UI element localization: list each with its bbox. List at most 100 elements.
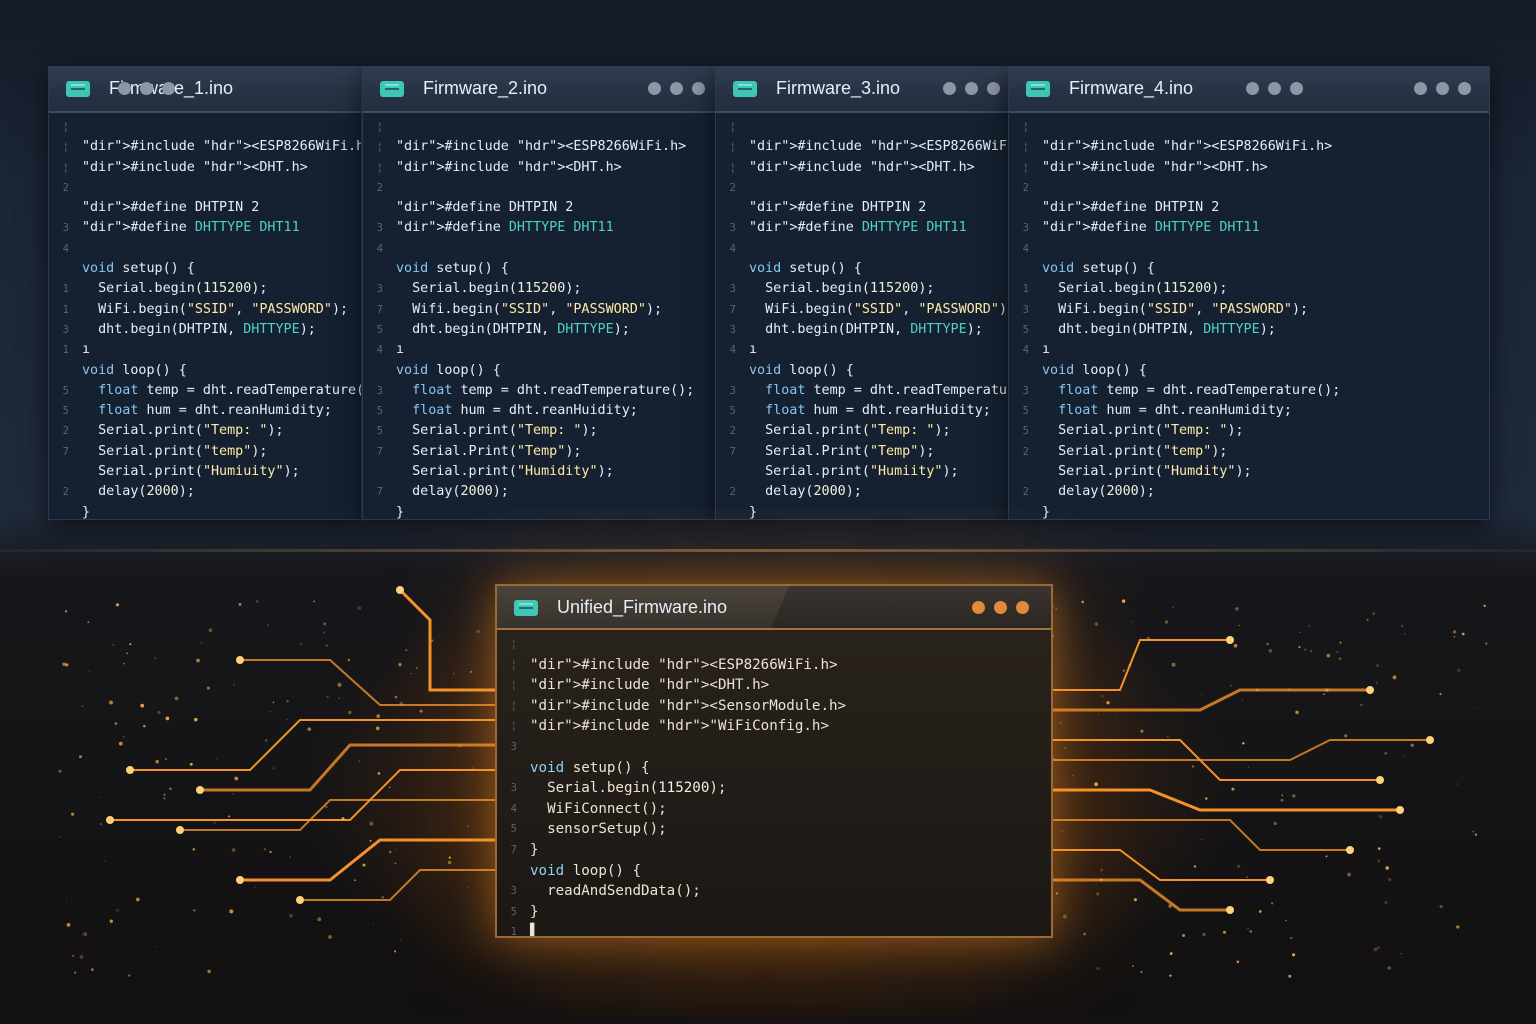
- spark-particle: [1072, 775, 1074, 777]
- code-editor[interactable]: ¦ ¦ "dir">#include "hdr"><ESP8266WiFi.h> ¦ "…: [716, 113, 1008, 519]
- spark-particle: [323, 622, 327, 626]
- line-number: 1: [510, 926, 517, 938]
- spark-particle: [337, 682, 342, 687]
- close-dot-icon[interactable]: [1458, 82, 1471, 95]
- spark-particle: [1247, 766, 1250, 768]
- spark-particle: [1310, 650, 1312, 653]
- code-line: ¦: [497, 634, 1051, 655]
- circuit-node: [296, 896, 304, 904]
- firmware-window-2: Firmware_2.ino ¦ ¦ "dir">#include "hdr"><ES…: [362, 66, 716, 520]
- close-dot-icon[interactable]: [1016, 601, 1029, 614]
- spark-particle: [447, 860, 452, 865]
- code-line: void setup() {: [1009, 259, 1489, 279]
- code-text: void loop() {: [396, 362, 501, 378]
- spark-particle: [1246, 927, 1250, 930]
- code-text: "dir">#include "hdr"><SensorModule.h>: [530, 697, 847, 714]
- minimize-dot-icon[interactable]: [943, 82, 956, 95]
- code-editor[interactable]: ¦ ¦ "dir">#include "hdr"><ESP8266WiFi.h> ¦ "…: [49, 113, 361, 519]
- line-number: 2: [729, 486, 736, 499]
- minimize-dot-icon[interactable]: [1414, 82, 1427, 95]
- code-line: 4ı: [363, 340, 715, 360]
- code-line: 3 dht.begin(DHTPIN, DHTTYPE);: [49, 320, 361, 340]
- window-titlebar[interactable]: Firmware_3.ino: [716, 67, 1008, 113]
- minimize-dot-icon[interactable]: [118, 82, 131, 95]
- close-dot-icon[interactable]: [162, 82, 175, 95]
- spark-particle: [1325, 688, 1329, 692]
- code-text: delay(2000);: [749, 484, 862, 500]
- maximize-dot-icon[interactable]: [670, 82, 683, 95]
- window-titlebar[interactable]: Firmware_2.ino: [363, 67, 715, 113]
- code-text: "dir">#include "hdr"><DHT.h>: [530, 677, 770, 694]
- spark-particle: [1377, 847, 1381, 850]
- close-dot-icon[interactable]: [987, 82, 1000, 95]
- maximize-dot-icon[interactable]: [994, 601, 1007, 614]
- maximize-dot-icon[interactable]: [1268, 82, 1281, 95]
- code-text: ı: [749, 342, 758, 358]
- spark-particle: [1201, 839, 1203, 841]
- spark-particle: [1271, 902, 1274, 905]
- minimize-dot-icon[interactable]: [1246, 82, 1259, 95]
- close-dot-icon[interactable]: [692, 82, 705, 95]
- line-number: 5: [729, 405, 736, 418]
- line-number: ¦: [376, 121, 383, 133]
- code-line: 4 WiFiConnect();: [497, 799, 1051, 820]
- spark-particle: [98, 796, 100, 799]
- spark-particle: [1237, 864, 1241, 868]
- minimize-dot-icon[interactable]: [648, 82, 661, 95]
- spark-particle: [1132, 965, 1134, 967]
- line-number: ¦: [1022, 141, 1029, 154]
- spark-particle: [398, 662, 402, 667]
- code-line: 2 Serial.print("temp");: [1009, 442, 1489, 462]
- spark-particle: [457, 744, 462, 748]
- window-controls: [648, 82, 705, 95]
- line-number: ¦: [510, 638, 517, 650]
- spark-particle: [341, 817, 345, 821]
- maximize-dot-icon[interactable]: [965, 82, 978, 95]
- line-number: 3: [729, 323, 736, 336]
- spark-particle: [1410, 743, 1414, 747]
- code-editor[interactable]: ¦ ¦ "dir">#include "hdr"><ESP8266WiFi.h> ¦ "…: [497, 630, 1051, 936]
- code-text: "dir">#include "hdr"><ESP8266WiFi.h>: [1042, 139, 1333, 155]
- code-line: "dir">#define DHTPIN 2: [716, 198, 1008, 218]
- spark-particle: [196, 658, 200, 663]
- code-text: }: [82, 504, 91, 520]
- spark-particle: [357, 606, 362, 610]
- code-text: delay(2000);: [82, 484, 195, 500]
- spark-particle: [1233, 643, 1238, 648]
- line-number: 4: [376, 242, 383, 255]
- code-line: 4: [49, 239, 361, 259]
- spark-particle: [1241, 699, 1243, 701]
- spark-particle: [1340, 786, 1342, 788]
- spark-particle: [163, 796, 166, 800]
- spark-particle: [375, 726, 380, 731]
- window-titlebar[interactable]: Unified_Firmware.ino: [497, 586, 1051, 630]
- circuit-node: [196, 786, 204, 794]
- code-text: Serial.Print("Temp");: [749, 443, 935, 459]
- spark-particle: [289, 856, 291, 858]
- spark-particle: [1231, 787, 1235, 791]
- spark-particle: [1081, 600, 1085, 604]
- spark-particle: [1222, 930, 1227, 934]
- code-editor[interactable]: ¦ ¦ "dir">#include "hdr"><ESP8266WiFi.h> ¦ "…: [1009, 113, 1489, 519]
- code-editor[interactable]: ¦ ¦ "dir">#include "hdr"><ESP8266WiFi.h> ¦ "…: [363, 113, 715, 519]
- spark-particle: [348, 710, 352, 715]
- code-line: 2: [716, 178, 1008, 198]
- spark-particle: [1059, 722, 1062, 724]
- window-titlebar[interactable]: Firmware_4.ino: [1009, 67, 1489, 113]
- minimize-dot-icon[interactable]: [972, 601, 985, 614]
- code-text: Serial.Print("Temp");: [396, 443, 582, 459]
- window-titlebar[interactable]: Firmware_1.ino: [49, 67, 361, 113]
- code-text: "dir">#define DHTTYPE DHT11: [1042, 220, 1260, 236]
- code-line: 7}: [497, 840, 1051, 861]
- spark-particle: [300, 643, 302, 645]
- code-line: 1ı: [49, 340, 361, 360]
- maximize-dot-icon[interactable]: [140, 82, 153, 95]
- code-line: 7 delay(2000);: [363, 482, 715, 502]
- line-number: 3: [510, 782, 517, 795]
- close-dot-icon[interactable]: [1290, 82, 1303, 95]
- spark-particle: [1338, 657, 1342, 661]
- spark-particle: [1121, 599, 1126, 603]
- spark-particle: [231, 848, 236, 852]
- maximize-dot-icon[interactable]: [1436, 82, 1449, 95]
- spark-particle: [1457, 668, 1461, 672]
